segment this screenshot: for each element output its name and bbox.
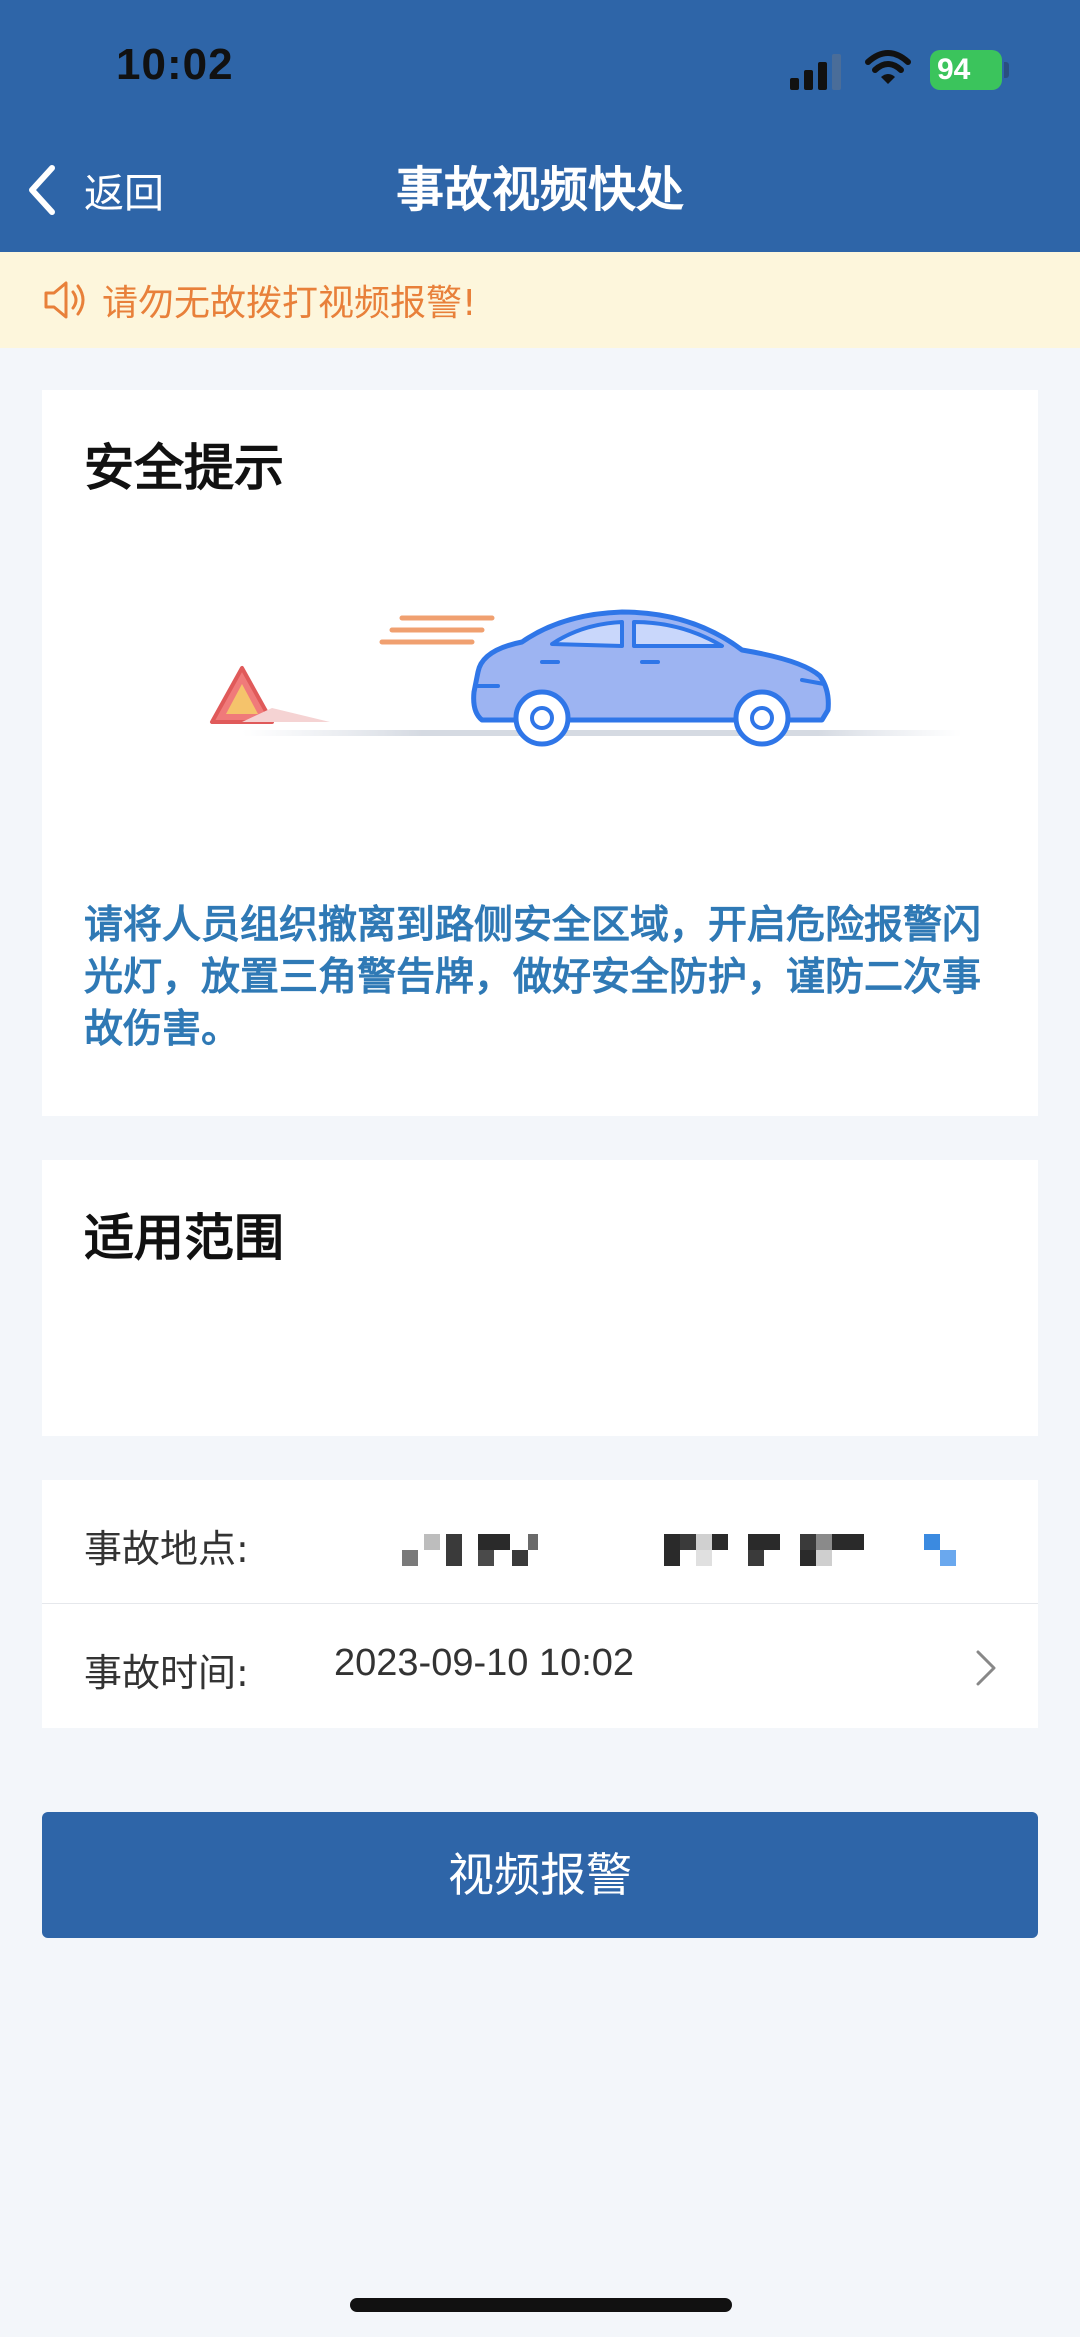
- battery-tip: [1004, 62, 1009, 78]
- speaker-icon: [44, 281, 85, 319]
- safety-tips-text: 请将人员组织撤离到路侧安全区域，开启危险报警闪光灯，放置三角警告牌，做好安全防护…: [84, 903, 982, 1052]
- chevron-right-icon: [976, 1650, 996, 1686]
- accident-info-form: 事故地点: 事故时间: 2023-09-10 10:02: [42, 1480, 1038, 1728]
- back-label: 返回: [84, 171, 164, 217]
- accident-time-row[interactable]: 事故时间: 2023-09-10 10:02: [42, 1604, 1038, 1728]
- back-button[interactable]: 返回: [22, 158, 164, 222]
- car-icon: [471, 609, 831, 747]
- accident-location-label: 事故地点:: [84, 1527, 249, 1571]
- chevron-left-icon: [29, 165, 55, 215]
- accident-time-label: 事故时间:: [84, 1651, 249, 1695]
- wifi-icon: [865, 50, 911, 84]
- warning-notice-bar: 请勿无故拨打视频报警!: [0, 252, 1080, 348]
- safety-tips-card: 安全提示 请将人员组织撤离到路侧安全区域，开启危险报警闪光灯，放置三角警告牌，做…: [42, 390, 1038, 1116]
- safety-tips-title: 安全提示: [84, 439, 284, 497]
- applicable-scope-title: 适用范围: [84, 1209, 284, 1267]
- cellular-signal-icon: [790, 54, 841, 90]
- car-warning-illustration: [210, 609, 962, 747]
- app-header: 10:02 94 事故视频快处 返回: [0, 0, 1080, 252]
- battery-indicator: 94: [930, 50, 1002, 90]
- applicable-scope-card: 适用范围: [42, 1160, 1038, 1436]
- home-indicator[interactable]: [350, 2298, 732, 2312]
- accident-time-value: 2023-09-10 10:02: [334, 1642, 635, 1684]
- warning-triangle-icon: [210, 666, 330, 724]
- battery-level: 94: [937, 53, 971, 86]
- status-time: 10:02: [116, 40, 234, 89]
- accident-location-value-obscured: [402, 1534, 956, 1566]
- accident-location-row[interactable]: 事故地点:: [42, 1480, 1038, 1604]
- video-report-button[interactable]: 视频报警: [42, 1812, 1038, 1938]
- notice-text: 请勿无故拨打视频报警!: [102, 283, 477, 324]
